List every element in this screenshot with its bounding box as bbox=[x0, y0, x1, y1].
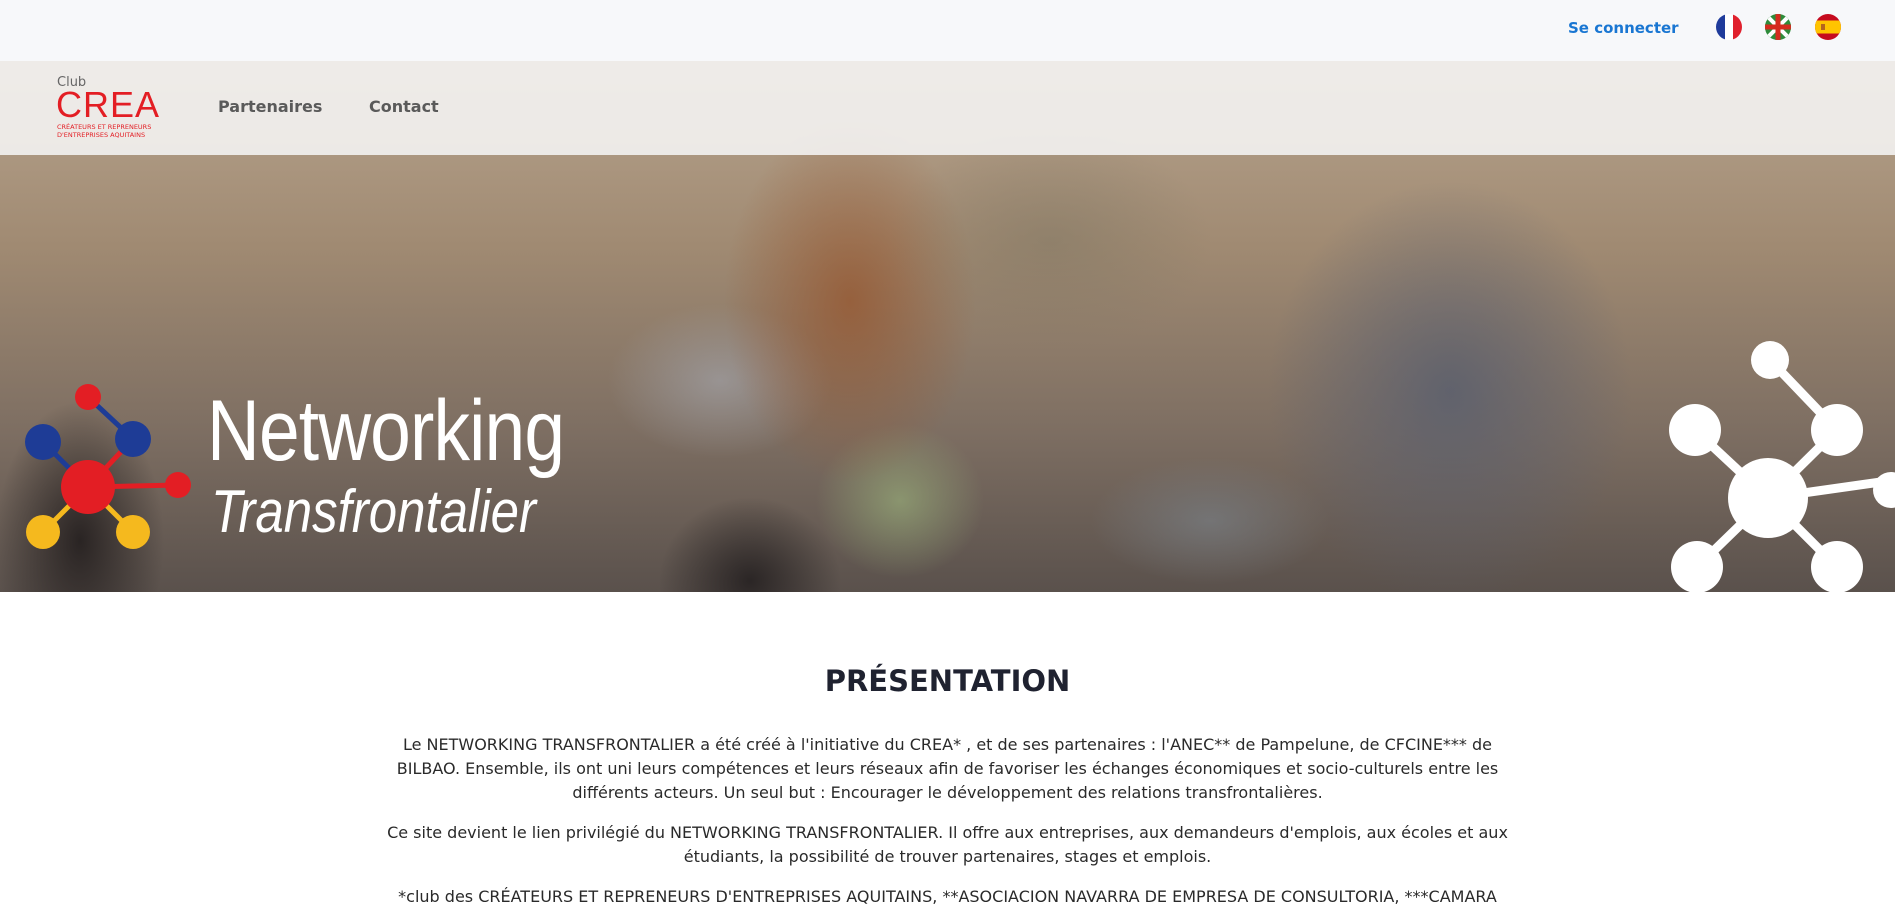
hero-subtitle: Transfrontalier bbox=[211, 478, 537, 545]
logo-tagline-line-2: D'ENTREPRISES AQUITAINS bbox=[57, 131, 146, 139]
login-link[interactable]: Se connecter bbox=[1568, 19, 1679, 37]
spanish-flag-icon[interactable] bbox=[1815, 14, 1841, 40]
presentation-paragraph-1: Le NETWORKING TRANSFRONTALIER a été créé… bbox=[396, 735, 1499, 802]
nav-contact[interactable]: Contact bbox=[369, 97, 439, 116]
crea-logo[interactable]: Club CREA CRÉATEURS ET REPRENEURS D'ENTR… bbox=[56, 75, 159, 141]
nav-partenaires[interactable]: Partenaires bbox=[218, 97, 322, 116]
logo-name: CREA bbox=[56, 84, 161, 125]
decorative-molecule-icon bbox=[1669, 341, 1895, 592]
presentation-paragraph-2: Ce site devient le lien privilégié du NE… bbox=[387, 823, 1508, 866]
logo-tagline-line-1: CRÉATEURS ET REPRENEURS bbox=[57, 123, 152, 131]
presentation-footnote: *club des CRÉATEURS ET REPRENEURS D'ENTR… bbox=[398, 887, 1497, 906]
french-flag-icon[interactable] bbox=[1716, 14, 1742, 40]
basque-flag-icon[interactable] bbox=[1765, 14, 1791, 40]
hero-title: Networking bbox=[207, 383, 565, 479]
networking-molecule-icon bbox=[25, 384, 191, 549]
presentation-title: PRÉSENTATION bbox=[824, 664, 1071, 698]
